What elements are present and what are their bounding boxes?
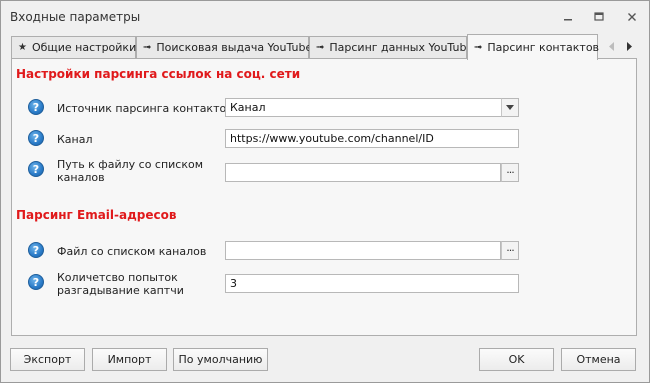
source-label: Источник парсинга контактов <box>57 102 233 115</box>
default-button[interactable]: По умолчанию <box>173 348 268 371</box>
tab-contacts-parsing[interactable]: ➟ Парсинг контактов <box>467 34 600 60</box>
cancel-button[interactable]: Отмена <box>561 348 636 371</box>
help-icon[interactable]: ? <box>28 242 44 258</box>
tab-scroll-left-button[interactable] <box>605 38 619 54</box>
help-icon[interactable]: ? <box>28 161 44 177</box>
tab-strip: ★ Общие настройки ➟ Поисковая выдача You… <box>11 34 639 60</box>
attempts-label-line1: Количетсво попыток <box>57 271 178 284</box>
file-label: Файл со списком каналов <box>57 245 207 258</box>
path-input[interactable] <box>225 163 501 182</box>
import-button[interactable]: Импорт <box>92 348 167 371</box>
tab-general-settings[interactable]: ★ Общие настройки <box>11 36 136 58</box>
ok-button[interactable]: OK <box>479 348 554 371</box>
path-browse-button[interactable]: ··· <box>501 163 519 182</box>
arrow-icon: ➟ <box>316 42 325 53</box>
path-label-line2: каналов <box>57 171 105 184</box>
chevron-down-icon <box>506 105 514 110</box>
path-label: Путь к файлу со списком каналов <box>57 158 203 184</box>
arrow-icon: ➟ <box>143 42 152 53</box>
minimize-icon <box>564 19 572 21</box>
tab-youtube-search[interactable]: ➟ Поисковая выдача YouTube <box>136 36 313 58</box>
attempts-label: Количетсво попыток разгадывание каптчи <box>57 271 184 297</box>
channel-input[interactable]: https://www.youtube.com/channel/ID <box>225 129 519 148</box>
help-icon[interactable]: ? <box>28 130 44 146</box>
close-button[interactable] <box>622 7 642 27</box>
dialog-window: Входные параметры ★ Общие настройки ➟ По… <box>0 0 650 383</box>
help-icon[interactable]: ? <box>28 274 44 290</box>
chevron-left-icon <box>609 41 614 51</box>
help-icon[interactable]: ? <box>28 99 44 115</box>
tab-label: Парсинг данных YouTube <box>329 41 474 54</box>
arrow-icon: ➟ <box>474 42 483 53</box>
minimize-button[interactable] <box>558 7 578 27</box>
source-select[interactable]: Канал <box>225 98 519 117</box>
maximize-icon <box>594 12 604 21</box>
title-bar: Входные параметры <box>1 1 649 31</box>
chevron-right-icon <box>627 41 632 51</box>
close-icon <box>628 13 636 21</box>
maximize-button[interactable] <box>589 7 609 27</box>
path-label-line1: Путь к файлу со списком <box>57 158 204 171</box>
file-browse-button[interactable]: ··· <box>501 241 519 260</box>
attempts-input[interactable]: 3 <box>225 274 519 293</box>
tab-panel: Настройки парсинга ссылок на соц. сети ?… <box>11 58 637 336</box>
file-input[interactable] <box>225 241 501 260</box>
attempts-label-line2: разгадывание каптчи <box>57 284 184 297</box>
section-title-social-links: Настройки парсинга ссылок на соц. сети <box>16 67 301 81</box>
tab-label: Поисковая выдача YouTube <box>156 41 313 54</box>
source-dropdown-button[interactable] <box>501 98 519 117</box>
star-icon: ★ <box>18 42 27 53</box>
tab-scroll-right-button[interactable] <box>622 38 636 54</box>
section-title-email-parsing: Парсинг Email-адресов <box>16 208 177 222</box>
tab-label: Общие настройки <box>31 41 137 54</box>
channel-label: Канал <box>57 133 93 146</box>
window-title: Входные параметры <box>10 10 141 24</box>
tab-youtube-data-parsing[interactable]: ➟ Парсинг данных YouTube <box>309 36 473 58</box>
tab-label: Парсинг контактов <box>487 41 600 54</box>
export-button[interactable]: Экспорт <box>10 348 85 371</box>
